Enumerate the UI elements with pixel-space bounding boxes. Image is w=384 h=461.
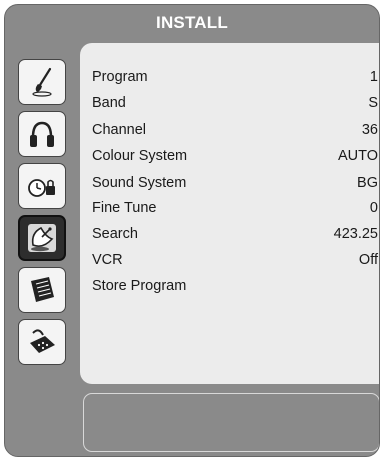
row-value: 1 [369,69,378,85]
settings-panel: Program 1 Band S Channel 36 Colour Syste… [80,43,379,384]
sidebar-item-connection[interactable] [18,319,66,365]
row-label: Channel [92,122,147,138]
menu-row-channel[interactable]: Channel 36 [92,120,378,140]
sidebar-item-picture[interactable] [18,59,66,105]
sidebar-item-source[interactable] [18,267,66,313]
row-label: Sound System [92,175,187,191]
brush-icon [32,67,52,97]
menu-row-store-program[interactable]: Store Program [92,276,378,296]
sidebar-item-sound[interactable] [18,111,66,157]
headphones-icon [30,121,54,147]
row-value: S [368,95,378,111]
row-value: Off [358,252,378,268]
row-label: Program [92,69,148,85]
menu-row-search[interactable]: Search 423.25 [92,224,378,244]
sidebar-item-install[interactable] [18,215,66,261]
row-label: Colour System [92,148,188,164]
osd-menu: INSTALL Program 1 Band S Channel 36 Colo… [4,4,380,457]
row-value: 36 [361,122,378,138]
row-value: 423.25 [333,226,378,242]
satellite-dish-icon [28,224,56,252]
menu-row-fine-tune[interactable]: Fine Tune 0 [92,198,378,218]
menu-row-vcr[interactable]: VCR Off [92,250,378,270]
row-label: VCR [92,252,123,268]
menu-header: INSTALL [5,5,379,41]
scart-connector-icon [30,329,55,353]
menu-row-sound-system[interactable]: Sound System BG [92,173,378,193]
menu-title: INSTALL [156,13,228,32]
row-label: Fine Tune [92,200,157,216]
menu-row-band[interactable]: Band S [92,93,378,113]
row-label: Band [92,95,126,111]
row-value: AUTO [337,148,378,164]
notebook-icon [31,277,54,302]
sidebar-item-feature[interactable] [18,163,66,209]
row-value: BG [357,175,378,191]
menu-row-program[interactable]: Program 1 [92,67,378,87]
menu-row-colour-system[interactable]: Colour System AUTO [92,146,378,166]
row-label: Search [92,226,138,242]
row-label: Store Program [92,278,187,294]
row-value: 0 [369,200,378,216]
info-box [83,393,379,452]
clock-lock-icon [28,179,55,197]
